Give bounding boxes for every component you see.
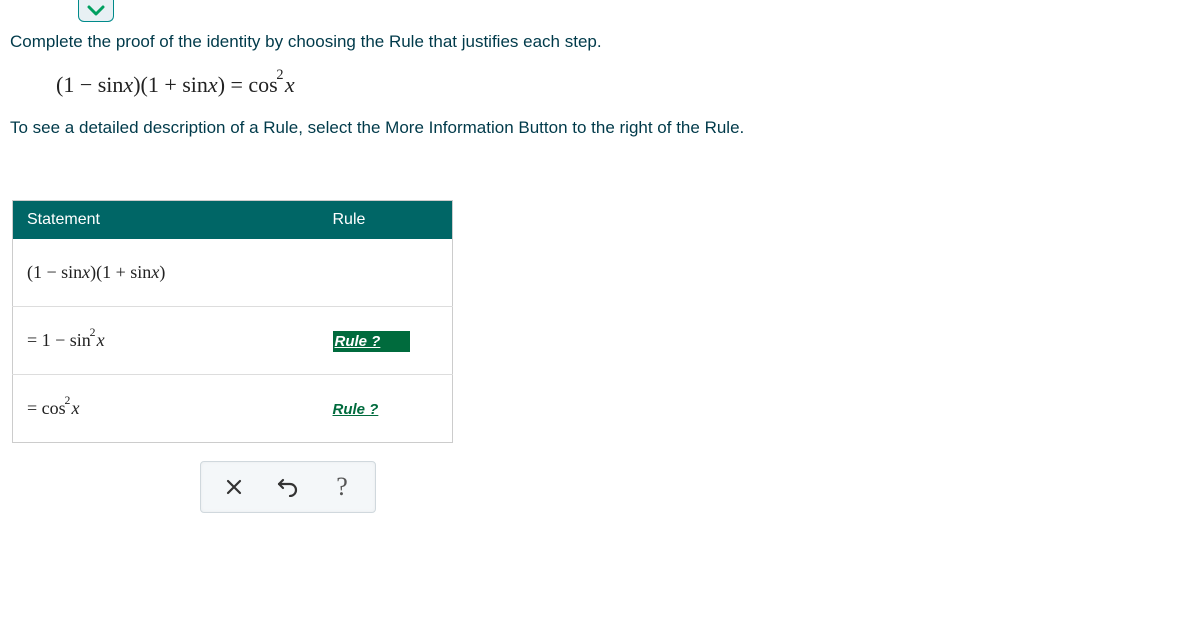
- statement-cell: = cos2x: [13, 375, 319, 443]
- instruction-text: Complete the proof of the identity by ch…: [10, 30, 1190, 54]
- instruction-text-2: To see a detailed description of a Rule,…: [10, 116, 1190, 140]
- rule-selector[interactable]: Rule ?: [333, 401, 379, 418]
- table-row: = 1 − sin2x Rule ?: [13, 307, 453, 375]
- header-rule: Rule: [319, 200, 453, 239]
- rule-cell: [319, 239, 453, 307]
- rule-selector[interactable]: Rule ?: [333, 331, 411, 352]
- close-icon: [225, 478, 243, 496]
- statement-cell: = 1 − sin2x: [13, 307, 319, 375]
- statement-cell: (1 − sinx)(1 + sinx): [13, 239, 319, 307]
- clear-button[interactable]: [219, 472, 249, 502]
- rule-cell: Rule ?: [319, 375, 453, 443]
- header-statement: Statement: [13, 200, 319, 239]
- action-toolbar: ?: [200, 461, 376, 513]
- undo-button[interactable]: [273, 472, 303, 502]
- chevron-down-icon: [87, 5, 105, 17]
- table-row: (1 − sinx)(1 + sinx): [13, 239, 453, 307]
- rule-cell: Rule ?: [319, 307, 453, 375]
- collapse-toggle[interactable]: [78, 0, 114, 22]
- help-button[interactable]: ?: [327, 472, 357, 502]
- undo-icon: [277, 477, 299, 497]
- table-row: = cos2x Rule ?: [13, 375, 453, 443]
- proof-table: Statement Rule (1 − sinx)(1 + sinx) = 1 …: [12, 200, 453, 444]
- identity-equation: (1 − sinx)(1 + sinx) = cos2x: [56, 72, 1190, 98]
